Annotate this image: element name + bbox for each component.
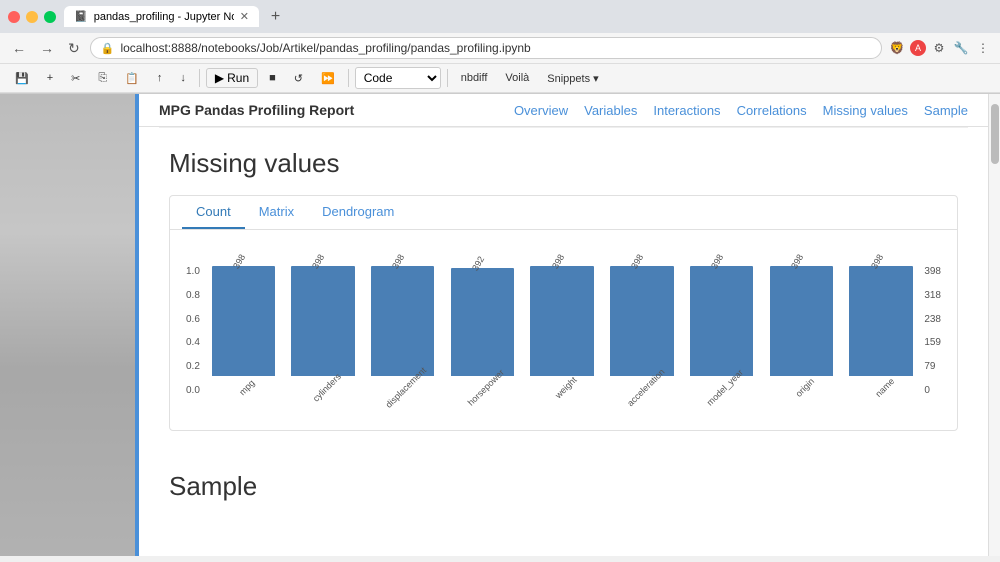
right-y-label-0: 0 [924,385,930,396]
bar-acceleration [610,266,674,376]
toolbar-move-up[interactable]: ↑ [150,69,170,87]
tab-title: pandas_profiling - Jupyter Noteb... [94,11,234,23]
toolbar-interrupt[interactable]: ■ [262,69,283,87]
y-label-0.8: 0.8 [186,290,200,301]
toolbar-separator-3 [447,69,448,87]
toolbar-restart-run[interactable]: ⏩ [314,69,342,88]
bars-wrapper: 398398398392398398398398398 [206,246,918,376]
chart-area: 1.0 0.8 0.6 0.4 0.2 0.0 [170,230,957,430]
extension-icon-2[interactable]: ⚙ [930,39,948,57]
minimize-button[interactable] [26,11,38,23]
nav-bar: ← → ↻ 🔒 localhost:8888/notebooks/Job/Art… [0,33,1000,64]
toolbar-add-cell[interactable]: + [40,69,60,87]
missing-values-section: Missing values Count Matrix Dendrogram 1… [139,128,988,451]
tab-close-icon[interactable]: ✕ [240,10,249,23]
sample-heading: Sample [169,471,958,502]
x-labels: mpgcylindersdisplacementhorsepowerweight… [206,378,918,414]
missing-values-heading: Missing values [169,148,958,179]
extension-icon-3[interactable]: 🔧 [952,39,970,57]
cell-type-select[interactable]: Code Markdown Raw [355,67,441,89]
jupyter-toolbar: 💾 + ✂ ⎘ 📋 ↑ ↓ ▶ Run ■ ↺ ⏩ Code Markdown … [0,64,1000,93]
report-nav-links: Overview Variables Interactions Correlat… [514,103,968,118]
tab-dendrogram[interactable]: Dendrogram [308,196,408,229]
nbdiff-button[interactable]: nbdiff [454,69,495,87]
report-nav: MPG Pandas Profiling Report Overview Var… [139,94,988,127]
run-label: Run [227,71,249,85]
scrollbar-thumb[interactable] [991,104,999,164]
right-y-label-398: 398 [924,266,941,277]
y-label-1.0: 1.0 [186,266,200,277]
brave-shield-icon[interactable]: 🦁 [888,39,906,57]
snippets-button[interactable]: Snippets ▾ [540,69,605,88]
nav-link-variables[interactable]: Variables [584,103,637,118]
nav-link-overview[interactable]: Overview [514,103,568,118]
notebook-content: MPG Pandas Profiling Report Overview Var… [135,94,988,556]
nav-icons: 🦁 A ⚙ 🔧 ⋮ [888,39,992,57]
nav-link-missing-values[interactable]: Missing values [823,103,908,118]
y-label-0.0: 0.0 [186,385,200,396]
bars-container: 398398398392398398398398398 mpgcylinders… [206,246,918,414]
browser-tab[interactable]: 📓 pandas_profiling - Jupyter Noteb... ✕ [64,6,259,27]
sidebar-left [0,94,135,556]
toolbar-move-down[interactable]: ↓ [173,69,193,87]
bar-group-displacement: 398 [365,246,440,376]
bar-model_year [690,266,754,376]
main-area: MPG Pandas Profiling Report Overview Var… [0,94,1000,556]
run-button[interactable]: ▶ Run [206,68,258,88]
right-y-label-79: 79 [924,361,935,372]
y-axis-left: 1.0 0.8 0.6 0.4 0.2 0.0 [186,246,206,401]
y-label-0.6: 0.6 [186,314,200,325]
right-y-label-159: 159 [924,337,941,348]
toolbar-save[interactable]: 💾 [8,69,36,88]
toolbar-cut[interactable]: ✂ [64,69,87,88]
sample-section: Sample [139,451,988,528]
bar-name [849,266,913,376]
maximize-button[interactable] [44,11,56,23]
panel-tabs: Count Matrix Dendrogram [170,196,957,230]
lock-icon: 🔒 [101,42,115,55]
y-label-0.4: 0.4 [186,337,200,348]
refresh-button[interactable]: ↻ [64,38,84,59]
bar-weight [530,266,594,376]
url-bar[interactable]: 🔒 localhost:8888/notebooks/Job/Artikel/p… [90,37,882,59]
nav-link-sample[interactable]: Sample [924,103,968,118]
scrollbar[interactable] [988,94,1000,556]
new-tab-button[interactable]: + [267,8,284,26]
browser-chrome: 📓 pandas_profiling - Jupyter Noteb... ✕ … [0,0,1000,94]
voila-button[interactable]: Voilà [498,69,536,87]
title-bar: 📓 pandas_profiling - Jupyter Noteb... ✕ … [0,0,1000,33]
bar-group-model_year: 398 [684,246,759,376]
nav-link-correlations[interactable]: Correlations [737,103,807,118]
tab-count[interactable]: Count [182,196,245,229]
bar-origin [770,266,834,376]
nav-link-interactions[interactable]: Interactions [653,103,720,118]
forward-button[interactable]: → [36,38,58,58]
extension-icon-1[interactable]: A [910,40,926,56]
bar-mpg [212,266,276,376]
toolbar-separator-1 [199,69,200,87]
close-button[interactable] [8,11,20,23]
menu-button[interactable]: ⋮ [974,39,992,57]
cell-left-border [135,94,139,556]
back-button[interactable]: ← [8,38,30,58]
toolbar-restart[interactable]: ↺ [287,69,310,88]
tab-matrix[interactable]: Matrix [245,196,308,229]
right-y-label-238: 238 [924,314,941,325]
tab-favicon: 📓 [74,10,88,23]
y-label-0.2: 0.2 [186,361,200,372]
run-icon: ▶ [215,71,224,85]
url-text: localhost:8888/notebooks/Job/Artikel/pan… [120,41,871,55]
right-y-label-318: 318 [924,290,941,301]
toolbar-paste[interactable]: 📋 [118,69,146,88]
report-title: MPG Pandas Profiling Report [159,102,354,118]
missing-values-panel: Count Matrix Dendrogram 1.0 0.8 0.6 [169,195,958,431]
bar-cylinders [291,266,355,376]
toolbar-copy[interactable]: ⎘ [91,69,114,88]
toolbar-separator-2 [348,69,349,87]
